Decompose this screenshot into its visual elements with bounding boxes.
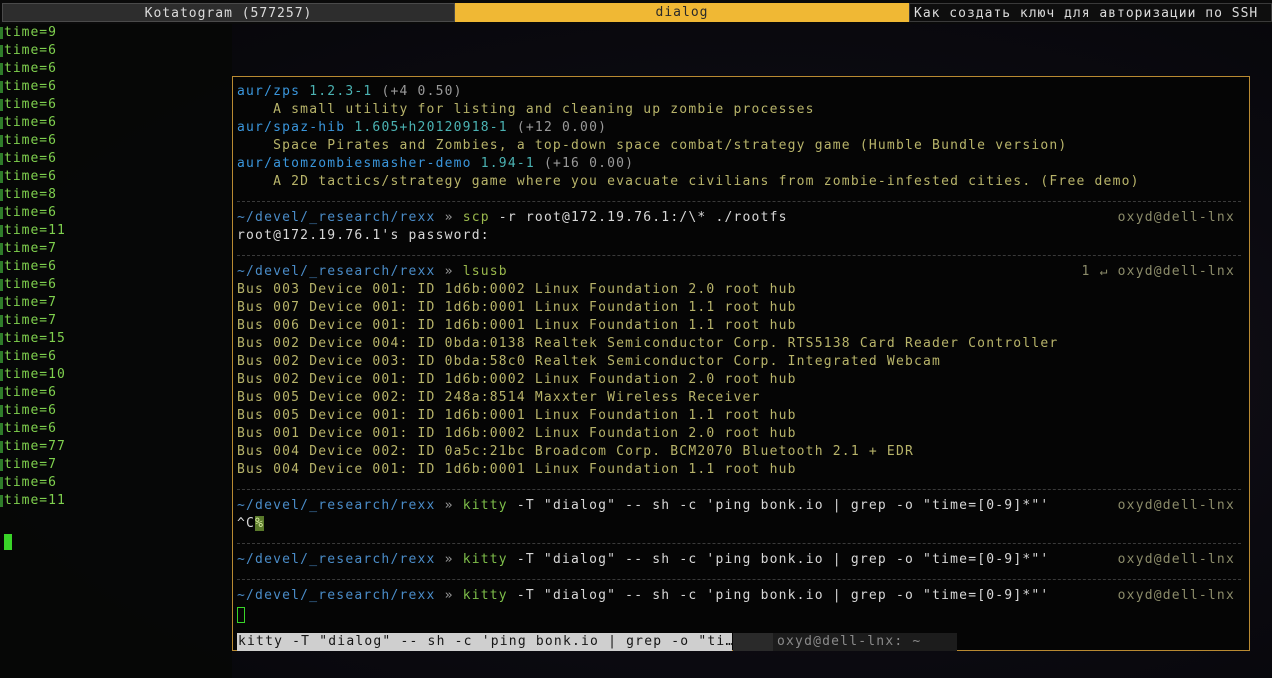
prompt-line: ~/devel/_research/rexx » scp -r root@172… [237,210,1235,225]
ping-terminal[interactable]: time=9 time=6 time=6 time=6 time=6 time=6 time… [0,24,232,678]
lsusb-line: Bus 005 Device 001: ID 1d6b:0001 Linux F… [237,408,797,423]
ping-time-line: time=6 [0,60,57,78]
ping-time-line: time=6 [0,474,57,492]
ping-time-line: time=7 [0,456,57,474]
ping-time-line: time=6 [0,384,57,402]
ping-time-line: time=6 [0,114,57,132]
package-desc: A 2D tactics/strategy game where you eva… [237,174,1140,189]
prompt-line: ~/devel/_research/rexx » kitty -T "dialo… [237,498,1235,513]
package-desc: Space Pirates and Zombies, a top-down sp… [237,138,1068,153]
package-desc: A small utility for listing and cleaning… [237,102,815,117]
interrupt-line: ^C% [237,516,265,531]
ping-time-line: time=7 [0,294,57,312]
ping-time-line: time=15 [0,330,66,348]
prompt-line: ~/devel/_research/rexx » lsusb 1 ↵ oxyd@d… [237,264,1235,279]
lsusb-line: Bus 002 Device 001: ID 1d6b:0002 Linux F… [237,372,797,387]
prompt-separator [237,201,1241,202]
tab-ssh-article[interactable]: Как создать ключ для авторизации по SSH [909,3,1272,22]
tab-dialog[interactable]: dialog [455,3,909,22]
prompt-separator [237,579,1241,580]
package-row: aur/zps 1.2.3-1 (+4 0.50) [237,84,463,99]
lsusb-line: Bus 004 Device 001: ID 1d6b:0001 Linux F… [237,462,797,477]
prompt-separator [237,489,1241,490]
lsusb-line: Bus 004 Device 002: ID 0a5c:21bc Broadco… [237,444,914,459]
tab-kotatogram[interactable]: Kotatogram (577257) [2,3,455,22]
prompt-separator [237,543,1241,544]
ping-time-line: time=6 [0,276,57,294]
lsusb-line: Bus 002 Device 004: ID 0bda:0138 Realtek… [237,336,1059,351]
terminal-cursor[interactable] [237,607,245,623]
ping-time-line: time=6 [0,96,57,114]
lsusb-line: Bus 006 Device 001: ID 1d6b:0001 Linux F… [237,318,797,333]
ping-time-line: time=6 [0,420,57,438]
lsusb-line: Bus 002 Device 003: ID 0bda:58c0 Realtek… [237,354,942,369]
ping-time-line: time=6 [0,348,57,366]
ping-time-line: time=9 [0,24,57,42]
ping-time-line: time=11 [0,492,66,510]
prompt-separator [237,255,1241,256]
prompt-line: ~/devel/_research/rexx » kitty -T "dialo… [237,588,1235,603]
ping-time-line: time=11 [0,222,66,240]
ping-time-line: time=8 [0,186,57,204]
prompt-line: ~/devel/_research/rexx » kitty -T "dialo… [237,552,1235,567]
package-row: aur/atomzombiesmasher-demo 1.94-1 (+16 0… [237,156,635,171]
tmux-status-bar: kitty -T "dialog" -- sh -c 'ping bonk.io… [237,633,957,651]
ping-time-line: time=7 [0,240,57,258]
ping-time-line: time=6 [0,42,57,60]
lsusb-line: Bus 003 Device 001: ID 1d6b:0002 Linux F… [237,282,797,297]
ping-time-line: time=6 [0,204,57,222]
terminal-cursor [4,534,12,550]
main-terminal-window[interactable]: aur/zps 1.2.3-1 (+4 0.50) A small utilit… [232,76,1250,651]
ping-time-line: time=77 [0,438,66,456]
ping-time-line: time=6 [0,78,57,96]
package-row: aur/spaz-hib 1.605+h20120918-1 (+12 0.00… [237,120,608,135]
lsusb-line: Bus 001 Device 001: ID 1d6b:0002 Linux F… [237,426,797,441]
lsusb-line: Bus 005 Device 002: ID 248a:8514 Maxxter… [237,390,761,405]
ping-time-line: time=6 [0,150,57,168]
ping-time-line: time=6 [0,402,57,420]
ping-time-line: time=7 [0,312,57,330]
ping-time-line: time=10 [0,366,66,384]
status-blurred-region [733,633,773,651]
command-output: root@172.19.76.1's password: [237,228,490,243]
status-window-title[interactable]: kitty -T "dialog" -- sh -c 'ping bonk.io… [237,633,732,651]
ping-time-line: time=6 [0,132,57,150]
status-host: oxyd@dell-lnx: ~ [773,633,957,651]
ping-time-line: time=6 [0,168,57,186]
tab-bar: Kotatogram (577257) dialog Как создать к… [0,0,1272,24]
lsusb-line: Bus 007 Device 001: ID 1d6b:0001 Linux F… [237,300,797,315]
ping-time-line: time=6 [0,258,57,276]
